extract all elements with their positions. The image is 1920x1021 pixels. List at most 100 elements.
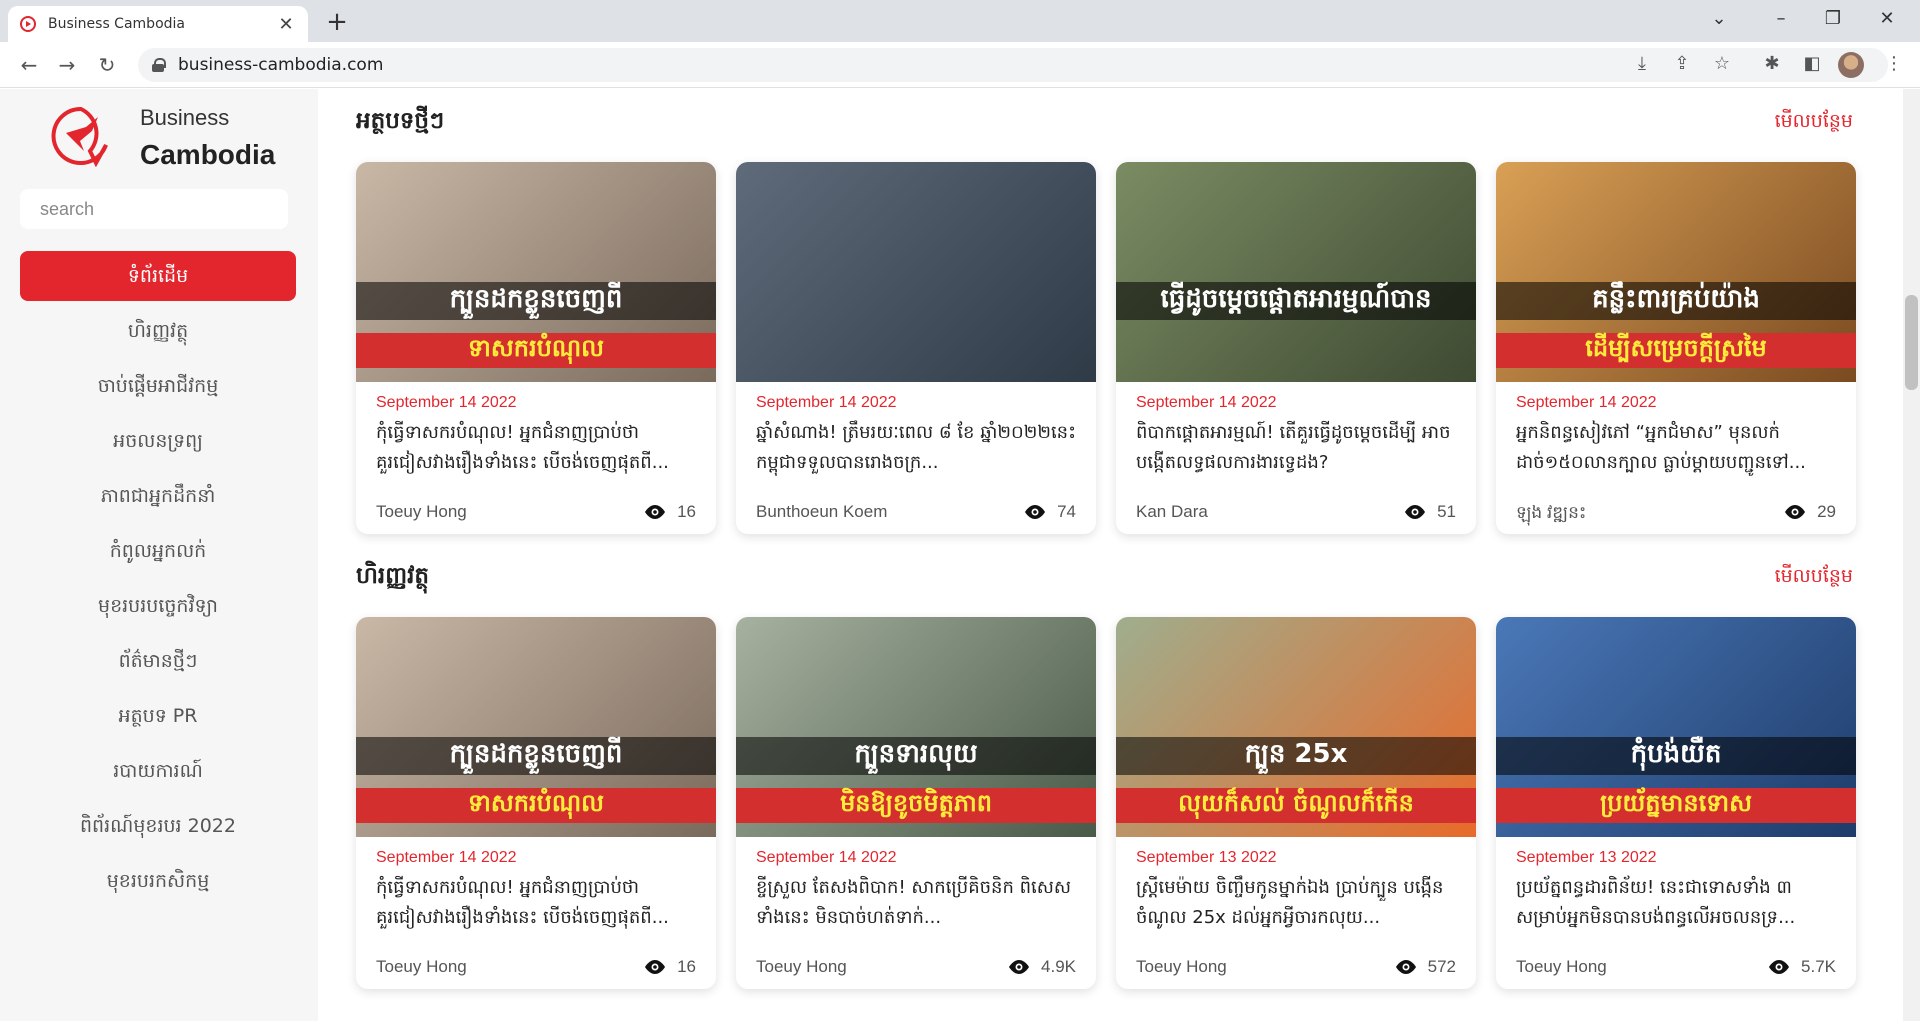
article-date: September 14 2022 bbox=[376, 394, 517, 411]
article-author: Bunthoeun Koem bbox=[756, 502, 888, 521]
view-count-value: 74 bbox=[1057, 502, 1076, 521]
thumbnail-headline: កុំបង់យឺត bbox=[1496, 737, 1856, 775]
article-thumbnail[interactable]: ក្បួនដកខ្លួនចេញពី ទាសករបំណុល bbox=[356, 617, 716, 837]
view-count: 16 bbox=[643, 502, 696, 522]
article-title[interactable]: កុំធ្វើទាសករបំណុល! អ្នកជំនាញប្រាប់ថា គួរ… bbox=[376, 873, 696, 933]
close-window-icon[interactable]: ✕ bbox=[1872, 4, 1902, 34]
article-thumbnail[interactable] bbox=[736, 162, 1096, 382]
view-count: 4.9K bbox=[1007, 957, 1076, 977]
back-icon[interactable]: ← bbox=[14, 50, 44, 80]
article-date: September 14 2022 bbox=[756, 849, 897, 866]
article-author: Kan Dara bbox=[1136, 502, 1208, 521]
article-date: September 14 2022 bbox=[376, 849, 517, 866]
url-text: business-cambodia.com bbox=[178, 55, 384, 75]
thumbnail-subheadline: ដើម្បីសម្រេចក្តីស្រមៃ bbox=[1496, 333, 1856, 368]
search-input[interactable] bbox=[20, 189, 288, 229]
scrollbar-thumb[interactable] bbox=[1905, 295, 1918, 390]
sidebar-item-real-estate[interactable]: អចលនទ្រព្យ bbox=[20, 416, 296, 466]
browser-tab[interactable]: Business Cambodia ✕ bbox=[8, 6, 308, 42]
hummingbird-logo-icon bbox=[51, 106, 108, 167]
article-title[interactable]: អ្នកនិពន្ធសៀវភៅ “អ្នកជំមាស” មុនលក់ ដាច់១… bbox=[1516, 418, 1836, 478]
article-thumbnail[interactable]: ក្បួនទារលុយ មិនឱ្យខូចមិត្តភាព bbox=[736, 617, 1096, 837]
address-bar[interactable]: business-cambodia.com bbox=[138, 48, 1888, 82]
article-title[interactable]: ប្រយ័ត្នពន្ធដារពិន័យ! នេះជាទោសទាំង ៣ សម្… bbox=[1516, 873, 1836, 933]
section-title-finance: ហិរញ្ញវត្ថុ bbox=[356, 563, 429, 589]
thumbnail-headline: គន្លឹះពារគ្រប់យ៉ាង bbox=[1496, 282, 1856, 320]
view-count: 16 bbox=[643, 957, 696, 977]
article-thumbnail[interactable]: ធ្វើដូចម្តេចផ្តោតអារម្មណ៍បាន bbox=[1116, 162, 1476, 382]
article-row-latest: ក្បួនដកខ្លួនចេញពីទាសករបំណុល September 14… bbox=[356, 162, 1856, 534]
article-author: Toeuy Hong bbox=[376, 957, 467, 976]
install-icon[interactable]: ⤓ bbox=[1628, 50, 1656, 78]
sidebar-item-reports[interactable]: របាយការណ៍ bbox=[20, 746, 296, 796]
article-thumbnail[interactable]: ក្បួនដកខ្លួនចេញពីទាសករបំណុល bbox=[356, 162, 716, 382]
article-card[interactable]: ក្បួន 25x លុយក៏សល់ ចំណូលក៏កើន September 1… bbox=[1116, 617, 1476, 989]
article-title[interactable]: ស្ត្រីមេម៉ាយ ចិញ្ចឹមកូនម្នាក់ឯង ប្រាប់ក្… bbox=[1136, 873, 1456, 933]
sidebar-item-startup[interactable]: ចាប់ផ្តើមអាជីវកម្ម bbox=[20, 361, 296, 411]
article-card[interactable]: ក្បួនដកខ្លួនចេញពី ទាសករបំណុល September 14… bbox=[356, 617, 716, 989]
view-count: 51 bbox=[1403, 502, 1456, 522]
extensions-icon[interactable]: ✱ bbox=[1758, 50, 1786, 78]
maximize-icon[interactable]: ❐ bbox=[1818, 4, 1848, 34]
scrollbar-track[interactable] bbox=[1903, 89, 1920, 1021]
view-count-value: 16 bbox=[677, 502, 696, 521]
browser-toolbar: ← → ↻ business-cambodia.com ⤓ ⇪ ☆ ✱ ◧ ⋮ bbox=[0, 42, 1920, 88]
sidebar-item-tech-business[interactable]: មុខរបរបច្ចេកវិទ្យា bbox=[20, 581, 296, 631]
sidebar-item-home[interactable]: ទំព័រដើម bbox=[20, 251, 296, 301]
eye-icon bbox=[645, 960, 666, 974]
view-count: 29 bbox=[1783, 502, 1836, 522]
article-date: September 14 2022 bbox=[1136, 394, 1277, 411]
article-row-finance: ក្បួនដកខ្លួនចេញពី ទាសករបំណុល September 14… bbox=[356, 617, 1856, 989]
article-card[interactable]: ក្បួនដកខ្លួនចេញពីទាសករបំណុល September 14… bbox=[356, 162, 716, 534]
sidebar-item-pr-articles[interactable]: អត្ថបទ PR bbox=[20, 691, 296, 741]
article-author: Toeuy Hong bbox=[376, 502, 467, 521]
article-title[interactable]: ខ្ចីស្រួល តែសងពិបាក! សាកប្រើគិចនិក ពិសេស… bbox=[756, 873, 1076, 933]
view-count: 5.7K bbox=[1767, 957, 1836, 977]
profile-avatar[interactable] bbox=[1838, 52, 1864, 78]
article-date: September 14 2022 bbox=[756, 394, 897, 411]
article-thumbnail[interactable]: កុំបង់យឺត ប្រយ័ត្នមានទោស bbox=[1496, 617, 1856, 837]
article-title[interactable]: ពិបាកផ្តោតអារម្មណ៍! តើគួរធ្វើដូចម្តេចដើម… bbox=[1136, 418, 1456, 478]
thumbnail-subheadline: ទាសករបំណុល bbox=[356, 333, 716, 368]
see-more-link-latest[interactable]: មើលបន្ថែម bbox=[1775, 109, 1853, 137]
article-date: September 13 2022 bbox=[1136, 849, 1277, 866]
article-thumbnail[interactable]: គន្លឹះពារគ្រប់យ៉ាងដើម្បីសម្រេចក្តីស្រមៃ bbox=[1496, 162, 1856, 382]
article-card[interactable]: ក្បួនទារលុយ មិនឱ្យខូចមិត្តភាព September 1… bbox=[736, 617, 1096, 989]
thumbnail-headline: ក្បួនទារលុយ bbox=[736, 737, 1096, 775]
sidebar-item-agriculture[interactable]: មុខរបរកសិកម្ម bbox=[20, 856, 296, 906]
tab-search-icon[interactable]: ⌄ bbox=[1704, 4, 1734, 34]
article-card[interactable]: កុំបង់យឺត ប្រយ័ត្នមានទោស September 13 202… bbox=[1496, 617, 1856, 989]
sidebar-item-finance[interactable]: ហិរញ្ញវត្ថុ bbox=[20, 306, 296, 356]
bookmark-star-icon[interactable]: ☆ bbox=[1708, 50, 1736, 78]
view-count-value: 29 bbox=[1817, 502, 1836, 521]
minimize-icon[interactable]: – bbox=[1766, 4, 1796, 34]
close-tab-icon[interactable]: ✕ bbox=[276, 14, 296, 35]
reload-icon[interactable]: ↻ bbox=[92, 50, 122, 80]
new-tab-icon[interactable]: + bbox=[322, 8, 352, 38]
forward-icon[interactable]: → bbox=[52, 50, 82, 80]
logo-text-business: Business bbox=[140, 105, 230, 130]
article-date: September 14 2022 bbox=[1516, 394, 1657, 411]
article-card[interactable]: គន្លឹះពារគ្រប់យ៉ាង ដើម្បីសម្រេចក្តីស្រមៃ … bbox=[1496, 162, 1856, 534]
article-title[interactable]: កុំធ្វើទាសករបំណុល! អ្នកជំនាញប្រាប់ថា គួរ… bbox=[376, 418, 696, 478]
article-thumbnail[interactable]: ក្បួន 25x លុយក៏សល់ ចំណូលក៏កើន bbox=[1116, 617, 1476, 837]
see-more-link-finance[interactable]: មើលបន្ថែម bbox=[1775, 564, 1853, 592]
view-count-value: 572 bbox=[1427, 957, 1456, 976]
thumbnail-headline: ក្បួនដកខ្លួនចេញពី bbox=[356, 282, 716, 320]
section-title-latest: អត្ថបទថ្មីៗ bbox=[356, 108, 445, 134]
lock-icon bbox=[152, 58, 166, 72]
article-card[interactable]: ធ្វើដូចម្តេចផ្តោតអារម្មណ៍បាន September 1… bbox=[1116, 162, 1476, 534]
sidebar-item-top-sellers[interactable]: កំពូលអ្នកលក់ bbox=[20, 526, 296, 576]
menu-dots-icon[interactable]: ⋮ bbox=[1880, 50, 1908, 78]
sidebar: Business Cambodia ទំព័រដើម ហិរញ្ញវត្ថុ ច… bbox=[0, 89, 318, 1021]
view-count-value: 5.7K bbox=[1801, 957, 1836, 976]
sidebar-item-latest-news[interactable]: ព័ត៌មានថ្មីៗ bbox=[20, 636, 296, 686]
sidebar-item-expo-2022[interactable]: ពិព័រណ៍មុខរបរ 2022 bbox=[20, 801, 296, 851]
side-panel-icon[interactable]: ◧ bbox=[1798, 50, 1826, 78]
sidebar-item-leadership[interactable]: ភាពជាអ្នកដឹកនាំ bbox=[20, 471, 296, 521]
article-title[interactable]: ឆ្នាំសំណាង! ត្រឹមរយៈពេល ៨ ខែ ឆ្នាំ២០២២នេ… bbox=[756, 418, 1076, 478]
share-icon[interactable]: ⇪ bbox=[1668, 50, 1696, 78]
article-author: Toeuy Hong bbox=[1136, 957, 1227, 976]
article-card[interactable]: September 14 2022 ឆ្នាំសំណាង! ត្រឹមរយៈពេ… bbox=[736, 162, 1096, 534]
thumbnail-subheadline: ទាសករបំណុល bbox=[356, 788, 716, 823]
